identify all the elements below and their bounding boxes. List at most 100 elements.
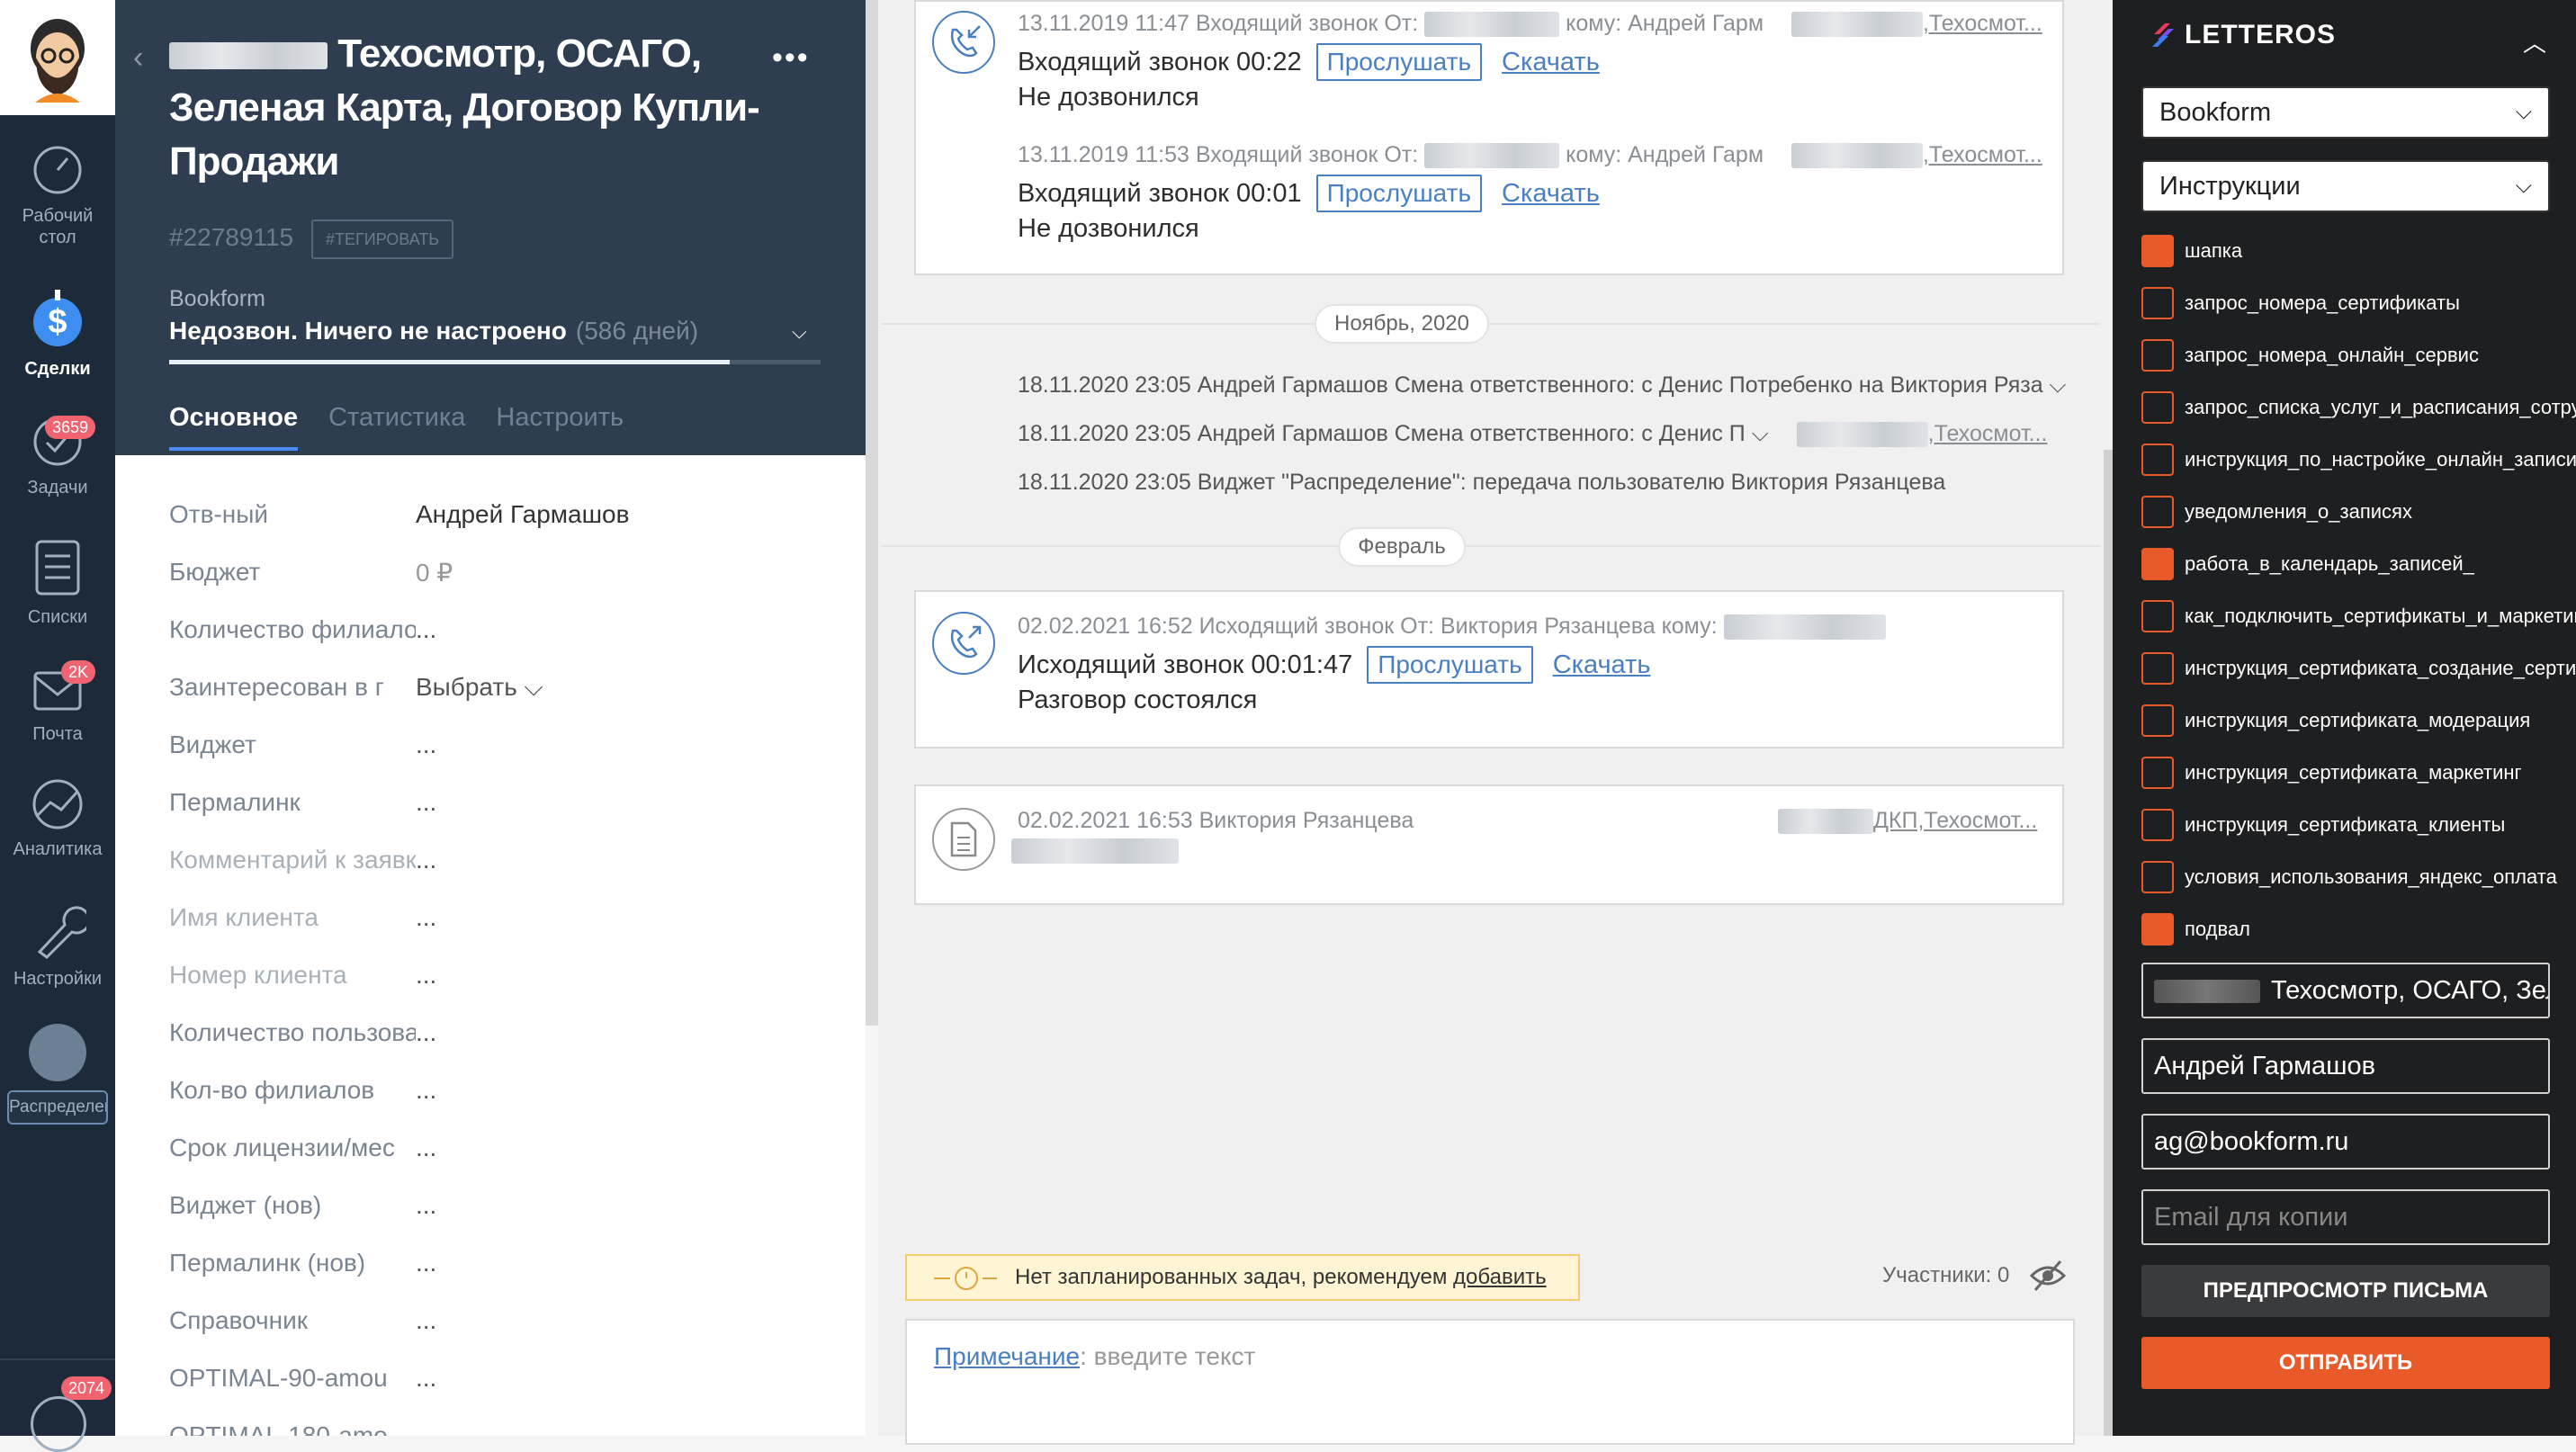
template-option[interactable]: инструкция_сертификата_создание_серти bbox=[2141, 650, 2576, 686]
template-option[interactable]: инструкция_сертификата_модерация bbox=[2141, 703, 2576, 739]
tab-configure[interactable]: Настроить bbox=[496, 403, 624, 451]
call-2-entity-link[interactable]: ,Техосмот... bbox=[1923, 142, 2042, 167]
system-event-2-link[interactable]: ,Техосмот... bbox=[1928, 421, 2048, 446]
compose-box[interactable]: Примечание: введите текст bbox=[905, 1319, 2075, 1445]
card-scrollbar[interactable] bbox=[866, 0, 878, 1026]
recipient-name-input[interactable]: Андрей Гармашов bbox=[2141, 1038, 2550, 1094]
more-options-icon[interactable]: ••• bbox=[772, 40, 810, 76]
template-option-label: уведомления_о_записях bbox=[2185, 500, 2412, 523]
checkbox[interactable] bbox=[2141, 704, 2174, 737]
subject-input[interactable]: Техосмотр, ОСАГО, Зеле bbox=[2141, 963, 2550, 1018]
nav-lists[interactable]: Списки bbox=[0, 538, 115, 628]
call-1-listen-button[interactable]: Прослушать bbox=[1315, 43, 1483, 81]
tab-statistics[interactable]: Статистика bbox=[328, 403, 465, 451]
template-option[interactable]: работа_в_календарь_записей_ bbox=[2141, 546, 2576, 582]
field-value[interactable]: Андрей Гармашов bbox=[416, 500, 817, 529]
checkbox[interactable] bbox=[2141, 809, 2174, 841]
checkbox[interactable] bbox=[2141, 287, 2174, 319]
template-category-select[interactable]: Инструкции ⌵ bbox=[2141, 160, 2550, 212]
call-1-entity-link[interactable]: ,Техосмот... bbox=[1923, 11, 2042, 36]
field-value[interactable]: ... bbox=[416, 1076, 817, 1105]
field-users-count: Количество пользователей... bbox=[169, 1004, 817, 1062]
nav-mail[interactable]: Почта 2K bbox=[0, 660, 115, 745]
template-option[interactable]: подвал bbox=[2141, 911, 2576, 947]
template-option[interactable]: инструкция_сертификата_маркетинг bbox=[2141, 755, 2576, 791]
nav-analytics[interactable]: Аналитика bbox=[0, 779, 115, 860]
template-option[interactable]: инструкция_по_настройке_онлайн_записи bbox=[2141, 442, 2576, 478]
note-entity-link[interactable]: ДКП,Техосмот... bbox=[1873, 808, 2037, 833]
nav-settings[interactable]: Настройки bbox=[0, 900, 115, 990]
stage-selector[interactable]: Недозвон. Ничего не настроено (586 дней) bbox=[169, 317, 698, 345]
call-3-download-link[interactable]: Скачать bbox=[1553, 650, 1651, 679]
checkbox[interactable] bbox=[2141, 339, 2174, 372]
nav-tasks[interactable]: Задачи 3659 bbox=[0, 416, 115, 498]
field-value[interactable]: ... bbox=[416, 615, 817, 644]
system-event-2[interactable]: 18.11.2020 23:05 Андрей Гармашов Смена о… bbox=[1018, 421, 2048, 448]
field-value[interactable]: ... bbox=[416, 1018, 817, 1047]
deal-card-header: ‹ Техосмотр, ОСАГО, Зеленая Карта, Догов… bbox=[115, 0, 866, 455]
field-value[interactable]: ... bbox=[416, 788, 817, 817]
checkbox[interactable] bbox=[2141, 861, 2174, 893]
nav-dashboard[interactable]: Рабочий стол bbox=[0, 144, 115, 248]
distribution-widget-icon[interactable] bbox=[29, 1024, 86, 1081]
field-value[interactable]: ... bbox=[416, 1134, 817, 1162]
field-value[interactable]: 0 ₽ bbox=[416, 558, 817, 587]
field-value[interactable]: ... bbox=[416, 1191, 817, 1220]
tag-button[interactable]: #ТЕГИРОВАТЬ bbox=[311, 220, 454, 259]
field-value[interactable]: ... bbox=[416, 1249, 817, 1277]
template-option[interactable]: запрос_номера_сертификаты bbox=[2141, 285, 2576, 321]
template-option[interactable]: уведомления_о_записях bbox=[2141, 494, 2576, 530]
letteros-logo-icon bbox=[2152, 23, 2174, 47]
checkbox[interactable] bbox=[2141, 757, 2174, 789]
field-value[interactable]: ... bbox=[416, 1421, 817, 1436]
add-task-link[interactable]: добавить bbox=[1453, 1265, 1547, 1289]
chat-icon[interactable] bbox=[31, 1396, 86, 1452]
checkbox[interactable] bbox=[2141, 235, 2174, 267]
call-1-download-link[interactable]: Скачать bbox=[1502, 48, 1600, 76]
user-avatar[interactable] bbox=[0, 0, 115, 115]
field-label: Комментарий к заявке bbox=[169, 846, 416, 874]
cc-email-input[interactable]: Email для копии bbox=[2141, 1189, 2550, 1245]
system-event-1[interactable]: 18.11.2020 23:05 Андрей Гармашов Смена о… bbox=[1018, 372, 2067, 399]
checkbox[interactable] bbox=[2141, 444, 2174, 476]
distribution-label[interactable]: Распределение bbox=[7, 1090, 108, 1125]
send-button[interactable]: ОТПРАВИТЬ bbox=[2141, 1337, 2550, 1389]
checkbox[interactable] bbox=[2141, 913, 2174, 946]
field-widget-new: Виджет (нов)... bbox=[169, 1177, 817, 1234]
eye-hidden-icon[interactable] bbox=[2030, 1259, 2066, 1292]
field-value[interactable]: ... bbox=[416, 730, 817, 759]
stage-chevron-down-icon[interactable]: ⌵ bbox=[792, 320, 807, 344]
template-option[interactable]: шапка bbox=[2141, 233, 2576, 269]
nav-deals[interactable]: $ Сделки bbox=[0, 286, 115, 380]
recipient-email-input[interactable]: ag@bookform.ru bbox=[2141, 1114, 2550, 1170]
deal-title[interactable]: Техосмотр, ОСАГО, Зеленая Карта, Договор… bbox=[169, 27, 763, 189]
template-option[interactable]: как_подключить_сертификаты_и_маркетин bbox=[2141, 598, 2576, 634]
field-value[interactable]: ... bbox=[416, 903, 817, 932]
field-value[interactable]: ... bbox=[416, 961, 817, 990]
template-option[interactable]: условия_использования_яндекс_оплата bbox=[2141, 859, 2576, 895]
checkbox[interactable] bbox=[2141, 600, 2174, 632]
field-value[interactable]: ... bbox=[416, 1364, 817, 1393]
alarm-clock-icon bbox=[934, 1267, 997, 1290]
compose-type-selector[interactable]: Примечание bbox=[934, 1342, 1080, 1370]
template-option[interactable]: запрос_номера_онлайн_сервис bbox=[2141, 337, 2576, 373]
back-chevron-icon[interactable]: ‹ bbox=[133, 40, 143, 76]
checkbox[interactable] bbox=[2141, 496, 2174, 528]
company-select[interactable]: Bookform ⌵ bbox=[2141, 86, 2550, 139]
template-option[interactable]: инструкция_сертификата_клиенты bbox=[2141, 807, 2576, 843]
field-value[interactable]: ... bbox=[416, 1306, 817, 1335]
checkbox[interactable] bbox=[2141, 391, 2174, 424]
call-2-download-link[interactable]: Скачать bbox=[1502, 179, 1600, 208]
field-permalink: Пермалинк... bbox=[169, 774, 817, 831]
checkbox[interactable] bbox=[2141, 548, 2174, 580]
preview-email-button[interactable]: ПРЕДПРОСМОТР ПИСЬМА bbox=[2141, 1265, 2550, 1317]
tab-main[interactable]: Основное bbox=[169, 403, 299, 451]
collapse-chevron-up-icon[interactable]: ︿ bbox=[2523, 25, 2546, 58]
participants-count[interactable]: Участники: 0 bbox=[1882, 1263, 2009, 1288]
template-option[interactable]: запрос_списка_услуг_и_расписания_сотру bbox=[2141, 390, 2576, 426]
field-value[interactable]: ... bbox=[416, 846, 817, 874]
call-2-listen-button[interactable]: Прослушать bbox=[1315, 175, 1483, 212]
field-select[interactable]: Выбрать ⌵ bbox=[416, 673, 817, 703]
checkbox[interactable] bbox=[2141, 652, 2174, 685]
call-3-listen-button[interactable]: Прослушать bbox=[1367, 646, 1533, 684]
